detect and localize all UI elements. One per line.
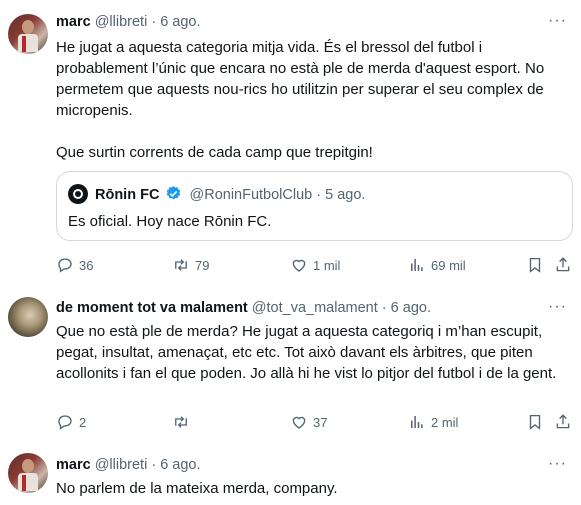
action-bar: 36 79 1 mil 69 mil [56,255,572,275]
like-button[interactable]: 37 [290,412,327,432]
tweet-text: Que no està ple de merda? He jugat a aqu… [56,323,557,382]
like-count: 1 mil [313,257,341,273]
reply-count: 2 [79,414,87,430]
tweet-header: de moment tot va malament @tot_va_malame… [56,299,431,317]
tweet-3[interactable]: marc @llibreti · 6 ago. ··· No parlem de… [0,445,581,505]
reply-button[interactable]: 36 [56,255,93,275]
author-name[interactable]: marc [56,457,91,473]
bookmark-button[interactable] [526,412,544,432]
more-icon[interactable]: ··· [548,298,567,316]
quoted-author-name[interactable]: Rōnin FC [95,187,159,203]
author-handle[interactable]: @tot_va_malament [252,300,378,316]
quoted-text: Es oficial. Hoy nace Rōnin FC. [68,213,272,230]
quoted-header: Rōnin FC @RoninFutbolClub · 5 ago. [95,185,365,204]
quoted-tweet[interactable]: Rōnin FC @RoninFutbolClub · 5 ago. Es of… [56,171,573,241]
author-name[interactable]: de moment tot va malament [56,300,248,316]
more-icon[interactable]: ··· [548,12,567,30]
author-handle[interactable]: @llibreti [95,14,148,30]
views-count: 2 mil [431,414,459,430]
like-icon [292,259,306,272]
more-icon[interactable]: ··· [548,455,567,473]
author-handle[interactable]: @llibreti [95,457,148,473]
bookmark-icon [529,414,541,430]
tweet-1[interactable]: marc @llibreti · 6 ago. ··· He jugat a a… [0,0,581,285]
retweet-icon [175,259,187,271]
views-icon [411,416,423,428]
action-bar: 2 37 2 mil [56,412,572,432]
avatar[interactable] [8,453,48,493]
bookmark-icon [529,257,541,273]
tweet-paragraph: Que surtin corrents de cada camp que tre… [56,144,373,161]
separator-dot: · [151,457,157,473]
avatar[interactable] [8,14,48,54]
author-name[interactable]: marc [56,14,91,30]
share-icon [556,414,570,429]
verified-icon [167,186,181,200]
avatar[interactable] [8,297,48,337]
tweet-date[interactable]: 6 ago. [391,300,431,316]
retweet-button[interactable]: 79 [172,255,209,275]
retweet-icon [175,416,187,428]
tweet-header: marc @llibreti · 6 ago. [56,13,201,31]
like-button[interactable]: 1 mil [290,255,340,275]
tweet-paragraph: He jugat a aquesta categoria mitja vida.… [56,39,545,119]
quoted-avatar[interactable] [68,184,88,204]
views-count: 69 mil [431,257,466,273]
tweet-date[interactable]: 6 ago. [160,457,200,473]
views-button[interactable]: 69 mil [408,255,466,275]
retweet-count: 79 [195,257,210,273]
quoted-date[interactable]: 5 ago. [325,187,365,203]
share-icon [556,257,570,272]
tweet-date[interactable]: 6 ago. [160,14,200,30]
reply-icon [58,415,72,430]
share-button[interactable] [554,255,572,275]
bookmark-button[interactable] [526,255,544,275]
tweet-text: He jugat a aquesta categoria mitja vida.… [56,37,568,163]
reply-button[interactable]: 2 [56,412,86,432]
views-icon [411,259,423,271]
share-button[interactable] [554,412,572,432]
retweet-button[interactable] [172,412,195,432]
like-icon [292,416,306,429]
separator-dot: · [381,300,387,316]
like-count: 37 [313,414,328,430]
views-button[interactable]: 2 mil [408,412,458,432]
tweet-2[interactable]: de moment tot va malament @tot_va_malame… [0,285,581,445]
reply-icon [58,258,72,273]
reply-count: 36 [79,257,94,273]
quoted-author-handle[interactable]: @RoninFutbolClub [190,187,313,203]
separator-dot: · [316,187,322,203]
tweet-header: marc @llibreti · 6 ago. [56,456,201,474]
separator-dot: · [151,14,157,30]
tweet-text: No parlem de la mateixa merda, company. [56,480,338,497]
